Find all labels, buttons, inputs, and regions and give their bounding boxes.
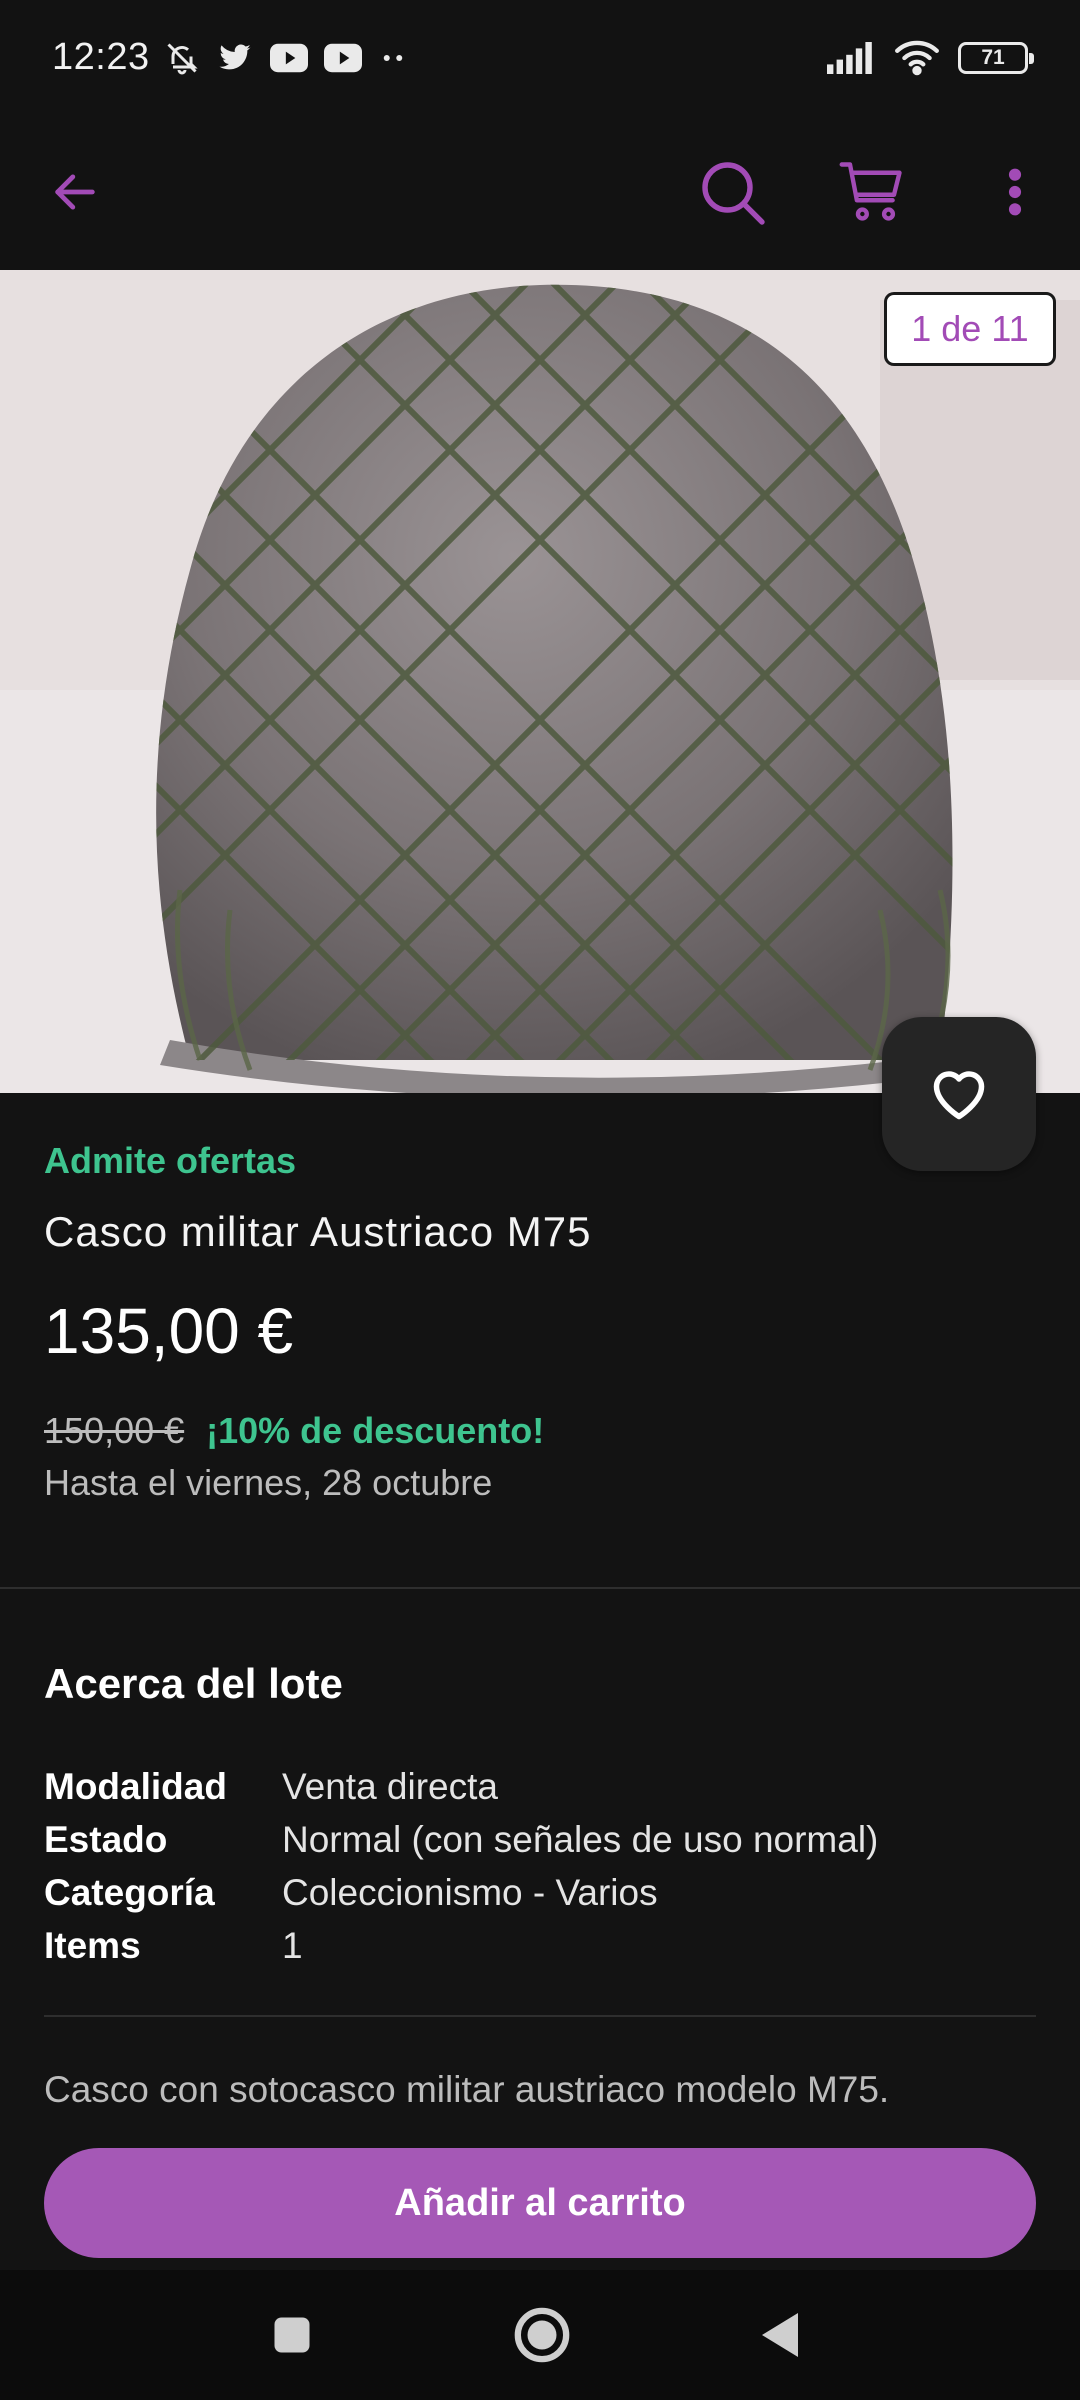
spec-row: Items 1	[44, 1919, 1044, 1972]
more-vertical-icon	[1008, 168, 1022, 216]
spec-value: Coleccionismo - Varios	[282, 1871, 658, 1913]
cart-button[interactable]	[822, 142, 922, 242]
section-divider	[44, 2015, 1036, 2017]
helmet-with-net-photo	[0, 270, 1080, 1093]
heart-icon	[933, 1071, 985, 1120]
product-details: Admite ofertas Casco militar Austriaco M…	[44, 1140, 1036, 1504]
battery-level: 71	[981, 45, 1005, 69]
spec-label: Items	[44, 1924, 141, 1966]
battery-icon: 71	[958, 41, 1034, 74]
system-navigation-bar	[0, 2270, 1080, 2400]
triangle-back-icon	[762, 2313, 798, 2357]
circle-home-icon	[514, 2307, 570, 2363]
cart-icon	[839, 162, 902, 221]
add-to-cart-button[interactable]: Añadir al carrito	[44, 2148, 1036, 2258]
wifi-icon	[895, 40, 939, 75]
more-options-button[interactable]	[980, 147, 1050, 237]
search-button[interactable]	[682, 142, 782, 242]
about-section-title: Acerca del lote	[44, 1660, 343, 1707]
spec-value: 1	[282, 1924, 303, 1966]
status-time: 12:23	[52, 36, 150, 78]
status-bar: 12:23 71	[0, 0, 1080, 115]
discount-until: Hasta el viernes, 28 octubre	[44, 1462, 493, 1503]
back-nav-button[interactable]	[740, 2295, 820, 2375]
discount-row: 150,00 € ¡10% de descuento!	[44, 1410, 1036, 1452]
product-image-gallery[interactable]: 1 de 11	[0, 270, 1080, 1093]
product-price: 135,00 €	[44, 1295, 294, 1367]
image-counter: 1 de 11	[884, 292, 1056, 366]
lot-description: Casco con sotocasco militar austriaco mo…	[44, 2069, 890, 2110]
product-title: Casco militar Austriaco M75	[44, 1208, 592, 1255]
back-button[interactable]	[30, 147, 120, 237]
home-button[interactable]	[497, 2290, 587, 2380]
back-arrow-icon	[55, 174, 95, 210]
youtube-icon	[323, 43, 362, 72]
lot-specs-table: Modalidad Venta directa Estado Normal (c…	[44, 1760, 1044, 1972]
system-indicators: 71	[826, 40, 1034, 76]
notification-icons	[164, 40, 408, 76]
bell-off-icon	[167, 42, 198, 74]
spec-row: Modalidad Venta directa	[44, 1760, 1044, 1813]
search-icon	[702, 162, 765, 225]
app-bar	[0, 115, 1080, 270]
more-dots-icon	[383, 54, 402, 61]
signal-icon	[827, 41, 872, 74]
youtube-icon	[269, 43, 308, 72]
spec-value: Normal (con señales de uso normal)	[282, 1818, 879, 1860]
square-icon	[274, 2317, 310, 2353]
spec-label: Categoría	[44, 1871, 215, 1913]
spec-label: Modalidad	[44, 1765, 227, 1807]
section-divider	[0, 1587, 1080, 1589]
recents-button[interactable]	[252, 2295, 332, 2375]
old-price: 150,00 €	[44, 1410, 185, 1451]
discount-label: ¡10% de descuento!	[206, 1410, 545, 1451]
spec-row: Categoría Coleccionismo - Varios	[44, 1866, 1044, 1919]
spec-row: Estado Normal (con señales de uso normal…	[44, 1813, 1044, 1866]
offers-label: Admite ofertas	[44, 1140, 297, 1181]
spec-label: Estado	[44, 1818, 168, 1860]
twitter-icon	[219, 44, 251, 69]
spec-value: Venta directa	[282, 1765, 498, 1807]
